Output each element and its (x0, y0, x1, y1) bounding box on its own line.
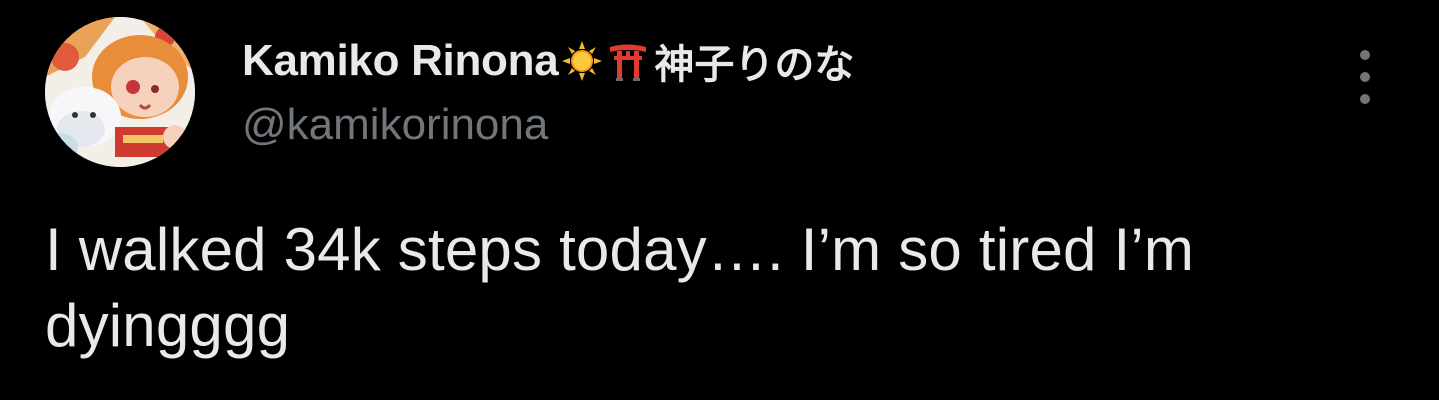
avatar[interactable] (45, 17, 195, 167)
sun-icon (560, 39, 604, 83)
more-options-button[interactable] (1340, 50, 1390, 104)
user-handle[interactable]: @kamikorinona (242, 100, 854, 150)
torii-gate-icon (606, 39, 650, 83)
avatar-image (45, 17, 195, 167)
display-name-row[interactable]: Kamiko Rinona 神子りのな (242, 30, 854, 92)
tweet: Kamiko Rinona 神子りのな @kamikorinona I walk… (0, 0, 1439, 400)
display-name[interactable]: Kamiko Rinona (242, 36, 559, 86)
more-vertical-icon (1360, 50, 1370, 60)
tweet-text: I walked 34k steps today…. I’m so tired … (45, 216, 1195, 359)
tweet-header: Kamiko Rinona 神子りのな @kamikorinona (242, 30, 854, 160)
display-name-japanese[interactable]: 神子りのな (654, 32, 854, 90)
